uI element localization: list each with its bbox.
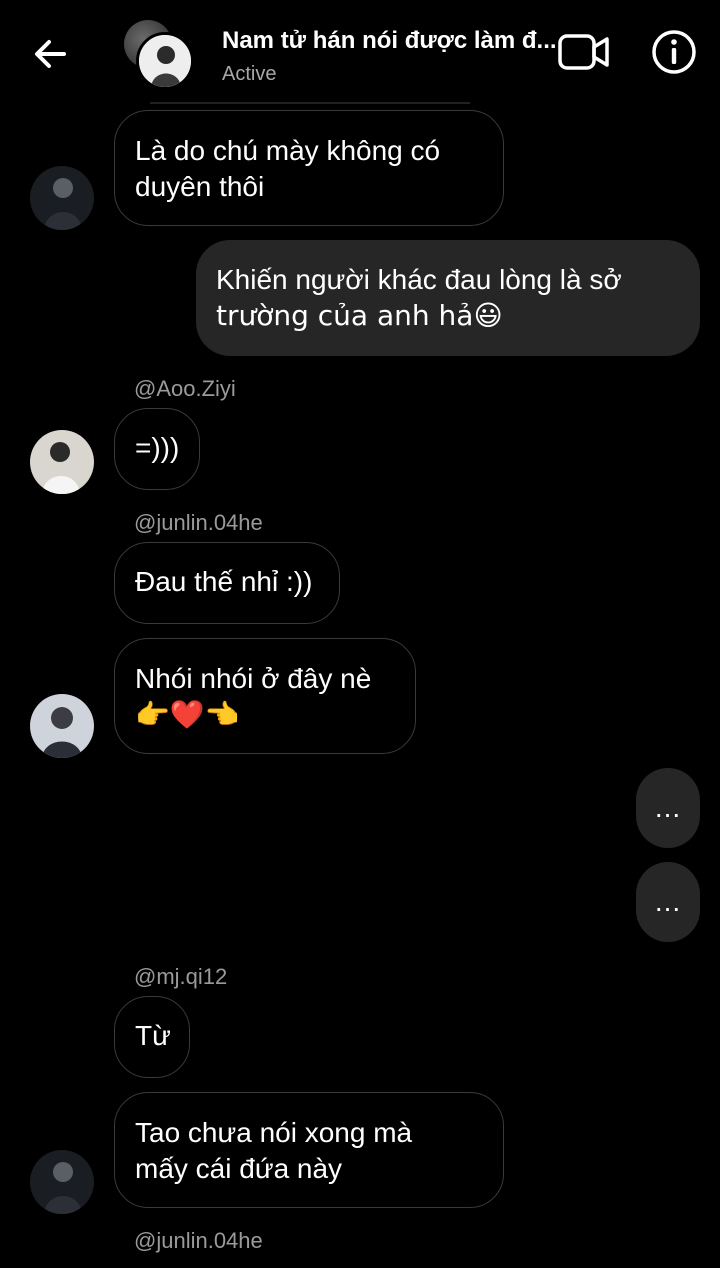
sender-avatar[interactable] — [30, 1150, 94, 1214]
mention-label[interactable]: @junlin.04he — [134, 510, 263, 536]
divider — [150, 102, 470, 104]
avatar — [136, 32, 194, 90]
chat-title[interactable]: Nam tử hán nói được làm đ... — [222, 27, 560, 55]
mention-label[interactable]: @junlin.04he — [134, 1228, 263, 1254]
message-text: Khiến người khác đau lòng là sở — [216, 264, 622, 295]
message-text: trường của anh hả😃 — [216, 299, 503, 332]
message-text: ... — [654, 886, 682, 917]
video-camera-icon — [558, 34, 609, 70]
message-text: ... — [654, 792, 682, 823]
back-button[interactable] — [28, 32, 72, 76]
own-message-bubble[interactable]: ... — [636, 862, 700, 942]
message-text: Là do chú mày không có — [135, 135, 441, 166]
message-text: Từ — [135, 1020, 171, 1051]
message-bubble[interactable]: =))) — [114, 408, 200, 490]
sender-avatar[interactable] — [30, 694, 94, 758]
info-button[interactable] — [650, 28, 698, 76]
group-avatar[interactable] — [124, 20, 196, 92]
own-message-bubble[interactable]: ... — [636, 768, 700, 848]
message-text: 👉❤️👈 — [135, 698, 240, 731]
message-text: Nhói nhói ở đây nè — [135, 663, 372, 694]
active-status: Active — [222, 63, 277, 85]
arrow-left-icon — [35, 40, 66, 68]
mention-label[interactable]: @Aoo.Ziyi — [134, 376, 236, 402]
message-text: Đau thế nhỉ :)) — [135, 566, 313, 597]
chat-header: Nam tử hán nói được làm đ... Active — [0, 0, 720, 104]
message-bubble[interactable]: Tao chưa nói xong mà mấy cái đứa này — [114, 1092, 504, 1208]
message-bubble[interactable]: Nhói nhói ở đây nè 👉❤️👈 — [114, 638, 416, 754]
message-bubble[interactable]: Từ — [114, 996, 190, 1078]
message-text: duyên thôi — [135, 171, 265, 202]
own-message-bubble[interactable]: Khiến người khác đau lòng là sở trường c… — [196, 240, 700, 356]
message-text: mấy cái đứa này — [135, 1153, 343, 1184]
message-text: Tao chưa nói xong mà — [135, 1117, 413, 1148]
message-bubble[interactable]: Là do chú mày không có duyên thôi — [114, 110, 504, 226]
sender-avatar[interactable] — [30, 430, 94, 494]
message-bubble[interactable]: Đau thế nhỉ :)) — [114, 542, 340, 624]
video-call-button[interactable] — [556, 30, 612, 74]
message-text: =))) — [135, 432, 180, 463]
info-icon — [652, 30, 696, 74]
mention-label[interactable]: @mj.qi12 — [134, 964, 227, 990]
sender-avatar[interactable] — [30, 166, 94, 230]
